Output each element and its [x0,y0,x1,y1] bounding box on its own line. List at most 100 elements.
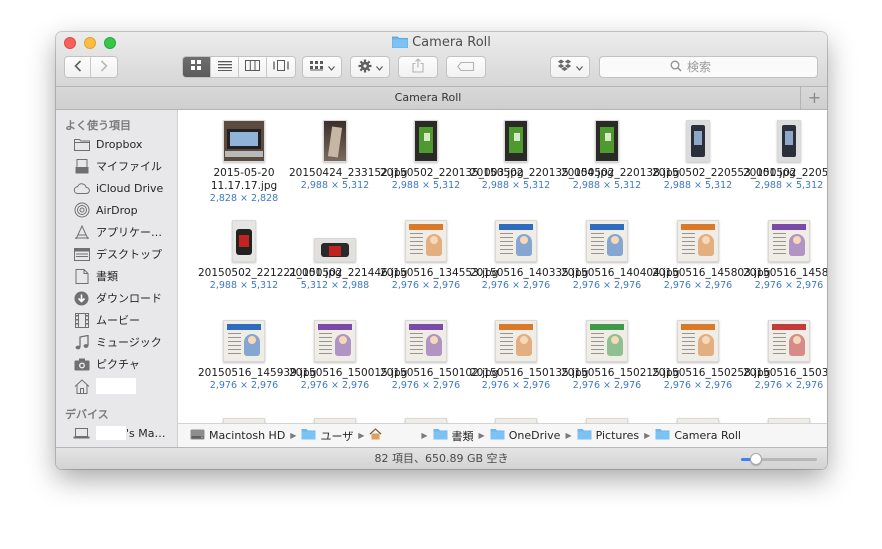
sidebar-item-label: アプリケー… [96,226,162,239]
sidebar-item-downloads[interactable]: ダウンロード [73,288,162,308]
search-field[interactable] [599,56,818,78]
path-crumb-macintosh-hd[interactable]: Macintosh HD [190,428,285,444]
icon-view-button[interactable] [183,57,211,77]
folder-icon [392,35,409,52]
sidebar-item-desktop[interactable]: デスクトップ [73,244,162,264]
file-item[interactable]: 20150502_220553_001.jpg 2,988 × 5,312 [652,116,796,192]
new-tab-button[interactable]: + [802,87,827,109]
path-crumb-users[interactable]: ユーザ [301,428,353,444]
sidebar-item-label: デスクトップ [96,248,162,261]
folder-icon [490,428,505,443]
file-item[interactable]: 20150502_220135_004.jpg 2,988 × 5,312 [470,116,614,192]
back-button[interactable] [65,57,91,77]
sidebar-item-movies[interactable]: ムービー [73,310,140,330]
view-mode-control [182,56,296,78]
download-icon [73,291,90,306]
path-crumb-onedrive[interactable]: OneDrive [490,428,561,443]
folder-icon [73,137,90,152]
column-view-button[interactable] [239,57,267,77]
file-thumbnail [314,320,356,362]
file-item[interactable]: 20150516_145939.jpg 2,976 × 2,976 [198,316,317,392]
icon-size-slider-knob[interactable] [750,453,763,465]
file-item[interactable]: 20150502_220558.jpg2,988 × 5,312 [743,116,827,192]
forward-button[interactable] [91,57,117,77]
path-crumb-camera-roll[interactable]: Camera Roll [655,428,741,443]
folder-icon [577,428,592,443]
icon-size-slider[interactable] [741,453,817,465]
file-name: 20150516_134553.jpg [380,267,499,279]
file-item[interactable]: 20150516_134553.jpg 2,976 × 2,976 [380,216,499,292]
path-crumb-home[interactable] [369,428,416,443]
chevron-left-icon [73,59,82,75]
sidebar-heading-devices: デバイス [65,408,109,421]
file-item[interactable]: 20150502_220135_003.jpg 2,988 × 5,312 [380,116,524,192]
sidebar-item-applications[interactable]: アプリケー… [73,222,162,242]
list-view-button[interactable] [211,57,239,77]
file-thumbnail [223,320,265,362]
sidebar-item-music[interactable]: ミュージック [73,332,162,352]
tab-camera-roll[interactable]: Camera Roll [56,87,801,109]
file-dimensions: 2,976 × 2,976 [481,380,551,391]
file-item[interactable]: 2015-05-20 11.17.17.jpg 2,828 × 2,828 [198,116,290,205]
sidebar-item-all-my-files[interactable]: マイファイル [73,156,162,176]
file-item[interactable]: 20150516_140404.jpg 2,976 × 2,976 [561,216,679,292]
file-item[interactable]: 20150516_150215.jpg 2,976 × 2,976 [561,316,679,392]
arrange-button[interactable] [302,56,342,78]
file-item[interactable]: 20150502_221221_001.jpg 2,988 × 5,312 [198,216,342,292]
sidebar-item-label: 's Ma… [126,426,166,440]
file-thumbnail [405,320,447,362]
file-thumbnail [495,320,537,362]
device-name-mask [96,426,126,440]
file-name: 20150516_145939.jpg [198,367,317,379]
sidebar-item-label: ムービー [96,314,140,327]
file-item[interactable]: 20150516_150334.jpg2,976 × 2,976 [743,316,827,392]
sidebar-item-macbook[interactable]: 's Ma… [73,423,165,443]
sidebar-item-label: AirDrop [96,203,138,217]
sidebar-item-icloud-drive[interactable]: iCloud Drive [73,178,163,198]
action-button[interactable] [350,56,390,78]
applications-icon [73,224,90,240]
file-thumbnail [586,220,628,262]
file-item[interactable]: 20150502_221446.jpg 5,312 × 2,988 [289,216,408,292]
file-item[interactable]: 20150516_150015.jpg 2,976 × 2,976 [289,316,407,392]
path-separator: ▶ [644,431,651,440]
file-name: 20150502_220558.jpg [743,167,827,179]
file-item[interactable]: 20150516_145844.jpg2,976 × 2,976 [743,216,827,292]
sidebar-item-label: 書類 [96,270,118,283]
file-item[interactable]: 20150516_145803.jpg 2,976 × 2,976 [652,216,770,292]
path-separator: ▶ [421,431,428,440]
share-button[interactable] [398,56,438,78]
search-input[interactable] [687,60,747,74]
file-item[interactable]: 20150516_150135.jpg 2,976 × 2,976 [470,316,588,392]
coverflow-view-button[interactable] [267,57,295,77]
sidebar-item-pictures[interactable]: ピクチャ [73,354,140,374]
file-thumbnail [314,238,356,262]
sidebar-item-dropbox[interactable]: Dropbox [73,134,142,154]
sidebar-item-home[interactable] [73,376,136,396]
dropbox-button[interactable] [550,56,590,78]
search-icon [670,60,682,75]
tag-button[interactable] [446,56,486,78]
file-item[interactable]: 20150516_150258.jpg 2,976 × 2,976 [652,316,770,392]
home-icon [369,428,382,443]
file-item[interactable]: 20150516_150102.jpg 2,976 × 2,976 [380,316,498,392]
window-title-text: Camera Roll [412,35,491,50]
file-dimensions: 2,976 × 2,976 [572,280,642,291]
file-thumbnail [495,220,537,262]
path-crumb-label: OneDrive [508,429,561,442]
file-dimensions: 2,976 × 2,976 [754,380,824,391]
file-thumbnail [777,120,801,162]
file-dimensions: 2,988 × 5,312 [209,280,279,291]
file-item[interactable]: 20150424_233152.jpg 2,988 × 5,312 [289,116,407,192]
sidebar-item-airdrop[interactable]: AirDrop [73,200,138,220]
path-crumb-documents[interactable]: 書類 [433,428,474,444]
file-item[interactable]: 20150516_140335.jpg 2,976 × 2,976 [470,216,588,292]
file-name: 20150516_145844.jpg [743,267,827,279]
status-bar: 82 項目、650.89 GB 空き [56,447,827,469]
path-crumb-pictures[interactable]: Pictures [577,428,639,443]
file-item[interactable]: 20150502_220138.jpg 2,988 × 5,312 [561,116,679,192]
hard-drive-icon [190,428,205,444]
movies-icon [73,312,90,328]
sidebar-item-documents[interactable]: 書類 [73,266,118,286]
file-name: 20150502_221446.jpg [289,267,408,279]
